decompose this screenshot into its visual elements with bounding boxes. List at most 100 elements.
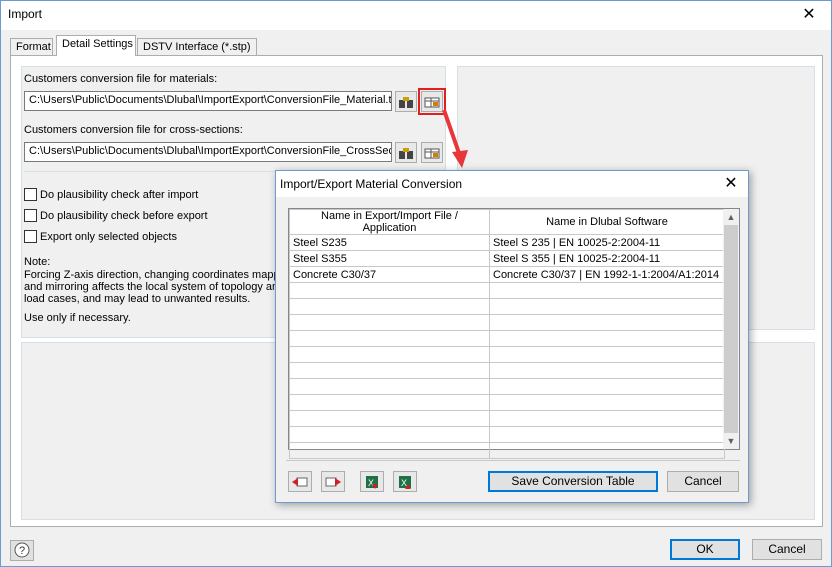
scroll-thumb[interactable] bbox=[724, 225, 738, 433]
table-row[interactable]: Steel S235 Steel S 235 | EN 10025-2:2004-… bbox=[289, 234, 725, 251]
dialog-title: Import/Export Material Conversion bbox=[280, 177, 463, 191]
browse-materials-button[interactable] bbox=[395, 91, 417, 112]
tab-detail-settings[interactable]: Detail Settings bbox=[56, 35, 136, 56]
table-cell[interactable] bbox=[489, 378, 725, 395]
checkbox-box[interactable] bbox=[24, 188, 37, 201]
title-bar: Import ✕ bbox=[1, 1, 831, 30]
table-cell[interactable] bbox=[489, 442, 725, 459]
ok-button[interactable]: OK bbox=[670, 539, 740, 560]
note-line: Forcing Z-axis direction, changing coord… bbox=[24, 269, 289, 281]
export-icon bbox=[325, 477, 341, 486]
table-cell[interactable]: Steel S 355 | EN 10025-2:2004-11 bbox=[489, 250, 725, 267]
table-cell[interactable] bbox=[489, 410, 725, 427]
column-header[interactable]: Name in Export/Import File / Application bbox=[289, 209, 490, 235]
checkbox-box[interactable] bbox=[24, 209, 37, 222]
table-row[interactable] bbox=[289, 442, 725, 459]
window-title: Import bbox=[8, 7, 43, 21]
excel-icon: X bbox=[399, 475, 411, 489]
table-cell[interactable]: Concrete C30/37 bbox=[289, 266, 490, 283]
table-cell[interactable] bbox=[289, 394, 490, 411]
table-cell[interactable] bbox=[489, 362, 725, 379]
binoculars-icon bbox=[399, 96, 413, 108]
import-icon bbox=[292, 477, 308, 486]
material-conversion-dialog: Import/Export Material Conversion ✕ Name… bbox=[275, 170, 749, 503]
column-header[interactable]: Name in Dlubal Software bbox=[489, 209, 725, 235]
table-cell[interactable] bbox=[289, 442, 490, 459]
note-line: load cases, and may lead to unwanted res… bbox=[24, 293, 251, 305]
plausibility-after-import-checkbox[interactable]: Do plausibility check after import bbox=[24, 188, 198, 201]
svg-text:X: X bbox=[401, 478, 407, 488]
table-row[interactable] bbox=[289, 330, 725, 347]
table-row[interactable] bbox=[289, 314, 725, 331]
table-cell[interactable] bbox=[289, 314, 490, 331]
close-icon[interactable]: ✕ bbox=[797, 4, 821, 26]
table-cell[interactable] bbox=[489, 394, 725, 411]
table-row[interactable] bbox=[289, 426, 725, 443]
plausibility-before-export-checkbox[interactable]: Do plausibility check before export bbox=[24, 209, 208, 222]
dialog-cancel-button[interactable]: Cancel bbox=[667, 471, 739, 492]
save-conversion-table-button[interactable]: Save Conversion Table bbox=[488, 471, 658, 492]
materials-path-field[interactable]: C:\Users\Public\Documents\Dlubal\ImportE… bbox=[24, 91, 392, 111]
cancel-button[interactable]: Cancel bbox=[752, 539, 822, 560]
table-cell[interactable] bbox=[489, 282, 725, 299]
tab-format[interactable]: Format bbox=[10, 38, 53, 56]
help-icon: ? bbox=[14, 542, 30, 558]
table-cell[interactable]: Concrete C30/37 | EN 1992-1-1:2004/A1:20… bbox=[489, 266, 725, 283]
table-row[interactable]: Steel S355 Steel S 355 | EN 10025-2:2004-… bbox=[289, 250, 725, 267]
callout-arrow bbox=[442, 109, 468, 168]
close-icon[interactable]: ✕ bbox=[720, 173, 742, 193]
table-row[interactable] bbox=[289, 298, 725, 315]
checkbox-label: Do plausibility check before export bbox=[40, 209, 208, 222]
table-cell[interactable] bbox=[489, 426, 725, 443]
checkbox-label: Do plausibility check after import bbox=[40, 188, 199, 201]
table-cell[interactable] bbox=[289, 330, 490, 347]
table-cell[interactable]: Steel S235 bbox=[289, 234, 490, 251]
table-row[interactable]: Concrete C30/37 Concrete C30/37 | EN 1992… bbox=[289, 266, 725, 283]
binoculars-icon bbox=[399, 147, 413, 159]
export-selected-checkbox[interactable]: Export only selected objects bbox=[24, 230, 177, 243]
materials-label: Customers conversion file for materials: bbox=[24, 73, 218, 85]
conversion-table: Name in Export/Import File / Application… bbox=[288, 208, 740, 459]
table-cell[interactable] bbox=[289, 378, 490, 395]
table-cell[interactable]: Steel S 235 | EN 10025-2:2004-11 bbox=[489, 234, 725, 251]
table-cell[interactable] bbox=[489, 314, 725, 331]
table-cell[interactable] bbox=[289, 282, 490, 299]
excel-import-button[interactable]: X bbox=[360, 471, 384, 492]
checkbox-box[interactable] bbox=[24, 230, 37, 243]
table-row[interactable] bbox=[289, 282, 725, 299]
table-cell[interactable] bbox=[489, 330, 725, 347]
table-row[interactable] bbox=[289, 362, 725, 379]
scroll-down-icon[interactable]: ▼ bbox=[723, 433, 739, 449]
svg-text:?: ? bbox=[19, 545, 25, 557]
table-row[interactable] bbox=[289, 394, 725, 411]
help-button[interactable]: ? bbox=[10, 540, 34, 561]
table-cell[interactable] bbox=[489, 346, 725, 363]
table-cell[interactable] bbox=[489, 298, 725, 315]
export-table-button[interactable] bbox=[321, 471, 345, 492]
dialog-title-bar: Import/Export Material Conversion ✕ bbox=[276, 171, 748, 197]
svg-text:X: X bbox=[368, 478, 374, 488]
note-title: Note: bbox=[24, 256, 51, 268]
scroll-up-icon[interactable]: ▲ bbox=[723, 209, 739, 225]
cross-sections-path-field[interactable]: C:\Users\Public\Documents\Dlubal\ImportE… bbox=[24, 142, 392, 162]
note-line: and mirroring affects the local system o… bbox=[24, 281, 279, 293]
import-table-button[interactable] bbox=[288, 471, 312, 492]
table-row[interactable] bbox=[289, 346, 725, 363]
table-cell[interactable] bbox=[289, 298, 490, 315]
table-row[interactable] bbox=[289, 410, 725, 427]
tab-dstv-interface[interactable]: DSTV Interface (*.stp) bbox=[137, 38, 257, 56]
table-cell[interactable] bbox=[289, 426, 490, 443]
table-cell[interactable] bbox=[289, 362, 490, 379]
checkbox-label: Export only selected objects bbox=[40, 230, 177, 243]
note-line: Use only if necessary. bbox=[24, 312, 131, 324]
table-cell[interactable]: Steel S355 bbox=[289, 250, 490, 267]
divider bbox=[286, 460, 740, 461]
table-row[interactable] bbox=[289, 378, 725, 395]
table-edit-icon bbox=[424, 148, 440, 158]
browse-cross-sections-button[interactable] bbox=[395, 142, 417, 163]
vertical-scrollbar[interactable]: ▲ ▼ bbox=[723, 209, 739, 449]
table-cell[interactable] bbox=[289, 346, 490, 363]
cross-sections-label: Customers conversion file for cross-sect… bbox=[24, 124, 243, 136]
excel-export-button[interactable]: X bbox=[393, 471, 417, 492]
table-cell[interactable] bbox=[289, 410, 490, 427]
